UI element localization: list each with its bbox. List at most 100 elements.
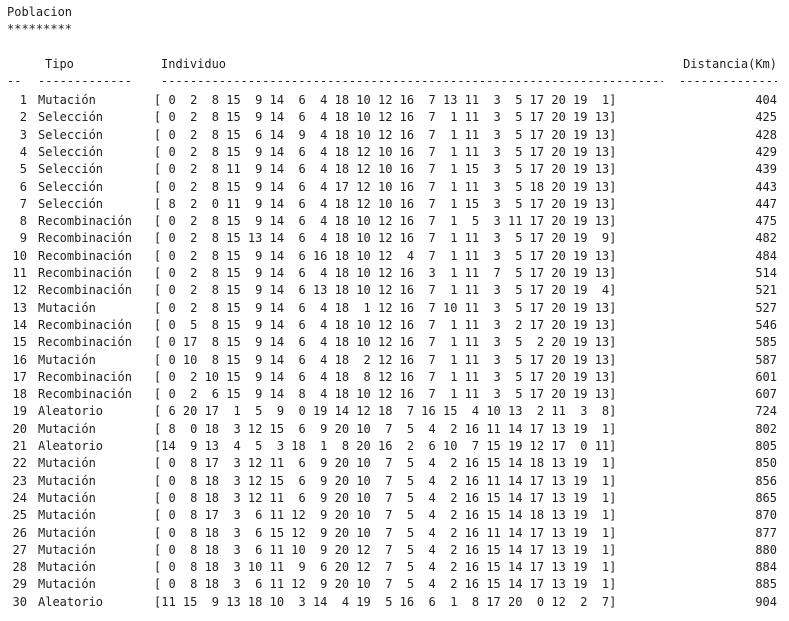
- row-individuo: [ 0 8 17 3 6 11 12 9 20 10 7 5 4 2 16 15…: [154, 508, 617, 523]
- row-tipo: Selección: [38, 110, 104, 125]
- row-individuo: [ 0 2 8 15 9 14 6 4 18 10 12 16 7 13 11 …: [154, 93, 617, 107]
- row-tipo: Mutación: [38, 421, 96, 436]
- output-panel: Poblacion ********* Tipo Individuo Dista…: [0, 0, 789, 621]
- row-distancia: 877: [755, 525, 777, 540]
- row-index: 11: [12, 266, 27, 280]
- row-index: 3: [19, 127, 27, 142]
- row-index: 15: [12, 335, 27, 350]
- row-distancia: 425: [755, 110, 777, 125]
- row-index: 30: [12, 594, 27, 609]
- table-row: 5 Selección [ 0 2 8 11 9 14 6 4 18 12 10 1…: [7, 161, 783, 178]
- row-tipo: Mutación: [38, 456, 96, 471]
- row-individuo: [ 0 8 18 3 6 11 10 9 20 12 7 5 4 2 16 15…: [154, 542, 617, 557]
- output-title-underline: *********: [7, 22, 73, 36]
- row-tipo: Mutación: [38, 300, 96, 315]
- row-tipo: Recombinación: [38, 231, 132, 246]
- row-distancia: 482: [755, 231, 777, 246]
- row-tipo: Mutación: [38, 352, 96, 367]
- row-distancia: 850: [755, 456, 777, 471]
- row-distancia: 439: [755, 162, 777, 177]
- row-index: 8: [19, 214, 27, 229]
- row-individuo: [ 0 8 18 3 10 11 9 6 20 12 7 5 4 2 16 15…: [154, 560, 617, 575]
- table-row: 30 Aleatorio [11 15 9 13 18 10 3 14 4 19 5…: [7, 594, 783, 611]
- row-individuo: [11 15 9 13 18 10 3 14 4 19 5 16 6 1 8 1…: [154, 594, 617, 609]
- table-row: 4 Selección [ 0 2 8 15 9 14 6 4 18 12 10 1…: [7, 144, 783, 161]
- row-individuo: [ 0 17 8 15 9 14 6 4 18 10 12 16 7 1 11 …: [154, 335, 617, 350]
- row-index: 5: [19, 162, 27, 177]
- row-index: 23: [12, 473, 27, 488]
- table-row: 29 Mutación [ 0 8 18 3 6 11 12 9 20 10 7 5…: [7, 576, 783, 593]
- table-row: 11 Recombinación [ 0 2 8 15 9 14 6 4 18 10…: [7, 265, 783, 282]
- row-individuo: [ 0 2 8 15 9 14 6 4 18 10 12 16 3 1 11 7…: [154, 266, 617, 280]
- table-row: 13 Mutación [ 0 2 8 15 9 14 6 4 18 1 12 16…: [7, 300, 783, 317]
- row-tipo: Mutación: [38, 542, 96, 557]
- row-index: 16: [12, 352, 27, 367]
- table-row: 28 Mutación [ 0 8 18 3 10 11 9 6 20 12 7 5…: [7, 559, 783, 576]
- table-row: 6 Selección [ 0 2 8 15 9 14 6 4 17 12 10 1…: [7, 179, 783, 196]
- row-index: 28: [12, 560, 27, 575]
- row-distancia: 484: [755, 248, 777, 263]
- row-distancia: 428: [755, 127, 777, 142]
- row-distancia: 587: [755, 352, 777, 367]
- row-tipo: Mutación: [38, 508, 96, 523]
- row-distancia: 601: [755, 369, 777, 384]
- table-row: 27 Mutación [ 0 8 18 3 6 11 10 9 20 12 7 5…: [7, 542, 783, 559]
- row-index: 27: [12, 542, 27, 557]
- row-tipo: Mutación: [38, 93, 96, 107]
- table-row: 7 Selección [ 8 2 0 11 9 14 6 4 18 12 10 1…: [7, 196, 783, 213]
- table-row: 18 Recombinación [ 0 2 6 15 9 14 8 4 18 10…: [7, 386, 783, 403]
- row-individuo: [ 0 2 8 15 9 14 6 16 18 10 12 4 7 1 11 3…: [154, 248, 617, 263]
- row-distancia: 870: [755, 508, 777, 523]
- row-individuo: [ 0 2 8 11 9 14 6 4 18 12 10 16 7 1 15 3…: [154, 162, 617, 177]
- row-distancia: 802: [755, 421, 777, 436]
- table-row: 12 Recombinación [ 0 2 8 15 9 14 6 13 18 1…: [7, 282, 783, 299]
- row-index: 2: [19, 110, 27, 125]
- table-row: 16 Mutación [ 0 10 8 15 9 14 6 4 18 2 12 1…: [7, 352, 783, 369]
- row-distancia: 443: [755, 179, 777, 194]
- table-row: 1 Mutación [ 0 2 8 15 9 14 6 4 18 10 12 16…: [7, 92, 783, 109]
- row-individuo: [ 0 2 10 15 9 14 6 4 18 8 12 16 7 1 11 3…: [154, 369, 617, 384]
- row-index: 25: [12, 508, 27, 523]
- separator-individuo: ----------------------------------------…: [161, 74, 663, 88]
- table-row: 22 Mutación [ 0 8 17 3 12 11 6 9 20 10 7 5…: [7, 455, 783, 472]
- row-individuo: [14 9 13 4 5 3 18 1 8 20 16 2 6 10 7 15 …: [154, 439, 617, 453]
- row-distancia: 904: [755, 594, 777, 609]
- row-tipo: Recombinación: [38, 214, 132, 229]
- row-index: 10: [12, 248, 27, 263]
- row-distancia: 429: [755, 144, 777, 159]
- row-index: 26: [12, 525, 27, 540]
- row-tipo: Selección: [38, 144, 104, 159]
- row-index: 6: [19, 179, 27, 194]
- row-distancia: 585: [755, 335, 777, 350]
- table-row: 19 Aleatorio [ 6 20 17 1 5 9 0 19 14 12 18…: [7, 403, 783, 420]
- row-individuo: [ 0 10 8 15 9 14 6 4 18 2 12 16 7 1 11 3…: [154, 352, 617, 367]
- row-index: 21: [12, 439, 27, 453]
- table-row: 21 Aleatorio [14 9 13 4 5 3 18 1 8 20 16 2…: [7, 438, 783, 455]
- row-individuo: [ 0 2 8 15 9 14 6 4 18 10 12 16 7 1 11 3…: [154, 110, 617, 125]
- row-individuo: [ 0 2 8 15 9 14 6 4 18 10 12 16 7 1 5 3 …: [154, 214, 617, 229]
- row-distancia: 607: [755, 387, 777, 402]
- row-index: 29: [12, 577, 27, 592]
- row-distancia: 805: [755, 439, 777, 453]
- table-row: 26 Mutación [ 0 8 18 3 6 15 12 9 20 10 7 5…: [7, 525, 783, 542]
- row-tipo: Recombinación: [38, 317, 132, 332]
- row-tipo: Mutación: [38, 577, 96, 592]
- separator-distancia: --------------: [679, 74, 777, 88]
- row-tipo: Recombinación: [38, 283, 132, 298]
- row-tipo: Recombinación: [38, 335, 132, 350]
- row-individuo: [ 0 2 6 15 9 14 8 4 18 10 12 16 7 1 11 3…: [154, 387, 617, 402]
- row-individuo: [ 0 8 18 3 12 11 6 9 20 10 7 5 4 2 16 15…: [154, 490, 617, 505]
- row-index: 24: [12, 490, 27, 505]
- row-individuo: [ 0 8 18 3 6 11 12 9 20 10 7 5 4 2 16 15…: [154, 577, 617, 592]
- row-distancia: 546: [755, 317, 777, 332]
- row-distancia: 880: [755, 542, 777, 557]
- header-distancia: Distancia(Km): [683, 57, 777, 71]
- separator-tipo: -------------: [38, 74, 132, 88]
- row-individuo: [ 0 2 8 15 6 14 9 4 18 10 12 16 7 1 11 3…: [154, 127, 617, 142]
- row-tipo: Selección: [38, 162, 104, 177]
- table-row: 15 Recombinación [ 0 17 8 15 9 14 6 4 18 1…: [7, 334, 783, 351]
- table-row: 14 Recombinación [ 0 5 8 15 9 14 6 4 18 10…: [7, 317, 783, 334]
- row-individuo: [ 0 2 8 15 9 14 6 4 18 12 10 16 7 1 11 3…: [154, 144, 617, 159]
- row-tipo: Mutación: [38, 490, 96, 505]
- row-distancia: 885: [755, 577, 777, 592]
